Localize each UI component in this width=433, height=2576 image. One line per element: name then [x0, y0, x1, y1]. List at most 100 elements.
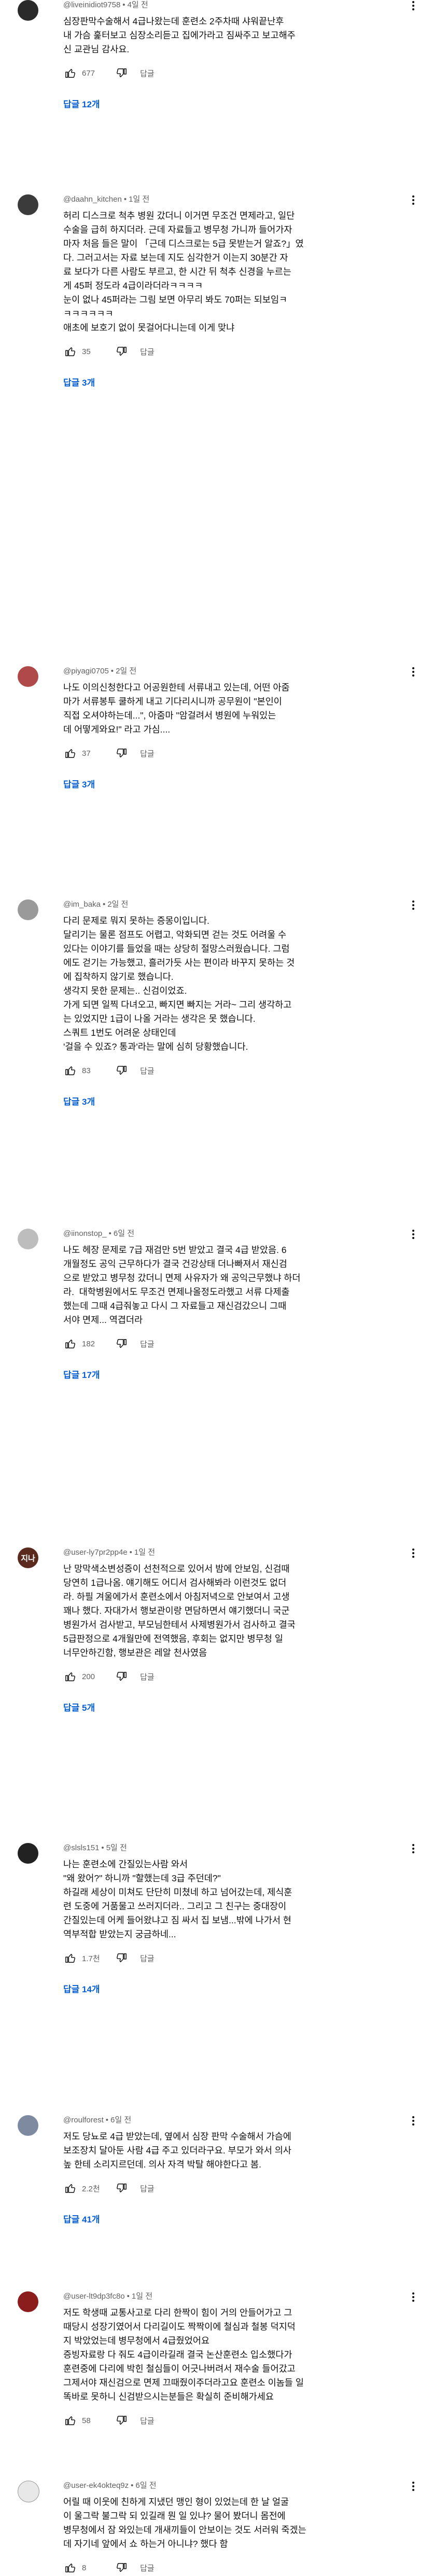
avatar[interactable]	[18, 899, 38, 920]
comment-author[interactable]: @iinonstop_	[63, 1229, 107, 1238]
avatar[interactable]	[18, 1229, 38, 1249]
thumb-down-icon[interactable]	[114, 746, 129, 761]
reply-count-link[interactable]: 답글 12개	[63, 94, 421, 113]
thumb-down-icon[interactable]	[114, 2181, 129, 2195]
avatar[interactable]	[18, 666, 38, 687]
meta-separator: •	[102, 900, 106, 909]
comment-meta: @slsls151 • 5일 전	[63, 1843, 421, 1853]
thumb-down-icon[interactable]	[114, 1951, 129, 1965]
comment-time[interactable]: 1일 전	[132, 2292, 152, 2301]
meta-separator: •	[123, 195, 127, 204]
reply-count-link[interactable]: 답글 3개	[63, 1091, 421, 1110]
reply-button[interactable]: 답글	[140, 1953, 155, 1964]
comment-author[interactable]: @user-ly7pr2pp4e	[63, 1548, 128, 1557]
comment-author[interactable]: @liveinidiot9758	[63, 1, 120, 9]
comment-meta: @user-ly7pr2pp4e • 1일 전	[63, 1547, 421, 1558]
comment-meta: @user-ek4okteq9z • 6일 전	[63, 2481, 421, 2491]
comment-body: @iinonstop_ • 6일 전나도 헤장 문제로 7급 재검만 5번 받았고 …	[63, 1229, 421, 1384]
comment-text: 저도 학생때 교통사고로 다리 한짝이 힘이 거의 안들어가고 그 때당시 성장…	[63, 2307, 304, 2402]
comment-time[interactable]: 6일 전	[114, 1229, 134, 1238]
comment-time[interactable]: 6일 전	[110, 2116, 131, 2124]
reply-button[interactable]: 답글	[140, 68, 155, 79]
reply-button[interactable]: 답글	[140, 1065, 155, 1076]
avatar[interactable]	[18, 2291, 38, 2312]
thumb-up-icon[interactable]	[63, 746, 78, 761]
comment-actions: 1.7천 답글	[63, 1950, 421, 1966]
thumb-up-icon[interactable]	[63, 2413, 78, 2428]
reply-button[interactable]: 답글	[140, 2415, 155, 2426]
thumb-down-icon[interactable]	[114, 66, 129, 80]
comment-time[interactable]: 6일 전	[135, 2481, 156, 2490]
meta-separator: •	[129, 1548, 132, 1557]
meta-separator: •	[105, 2116, 109, 2124]
thumb-down-icon[interactable]	[114, 2413, 129, 2428]
avatar[interactable]	[18, 2481, 39, 2502]
thumb-down-icon[interactable]	[114, 1063, 129, 1078]
like-count: 8	[82, 2563, 87, 2572]
reply-button[interactable]: 답글	[140, 1339, 155, 1349]
comment-text: 다리 문제로 뭐지 못하는 증몽이입니다. 달리기는 물론 점프도 어렵고, 악…	[63, 916, 295, 1052]
comment-actions: 37 답글	[63, 745, 421, 762]
comment-author[interactable]: @piyagi0705	[63, 667, 109, 675]
comment-meta: @liveinidiot9758 • 4일 전	[63, 0, 421, 10]
comment-meta: @piyagi0705 • 2일 전	[63, 666, 421, 677]
thumb-up-icon[interactable]	[63, 1951, 78, 1965]
thumb-up-icon[interactable]	[63, 2560, 78, 2575]
reply-button[interactable]: 답글	[140, 1671, 155, 1682]
thumb-up-icon[interactable]	[63, 1669, 78, 1684]
thumb-down-icon[interactable]	[114, 1336, 129, 1351]
comment-text: 허리 디스크로 척추 병원 갔더니 이거면 무조건 면제라고, 일단 수술을 급…	[63, 210, 304, 333]
reply-count-link[interactable]: 답글 41개	[63, 2209, 421, 2228]
reply-button[interactable]: 답글	[140, 2563, 155, 2573]
comment-time[interactable]: 5일 전	[106, 1843, 127, 1852]
reply-count-link[interactable]: 답글 14개	[63, 1979, 421, 1998]
comment-actions: 35 답글	[63, 343, 421, 360]
thumb-down-icon[interactable]	[114, 2560, 129, 2575]
reply-button[interactable]: 답글	[140, 748, 155, 759]
comment-time[interactable]: 1일 전	[134, 1548, 155, 1557]
comment-body: @liveinidiot9758 • 4일 전심장판막수술해서 4급나왔는데 훈련소…	[63, 0, 421, 113]
comment-time[interactable]: 2일 전	[116, 667, 136, 675]
thumb-up-icon[interactable]	[63, 1063, 78, 1078]
avatar[interactable]	[18, 194, 38, 215]
comment-meta: @daahn_kitchen • 1일 전	[63, 194, 421, 205]
comment-text: 난 망막색소변성증이 선천적으로 있어서 밤에 안보임, 신검때 당연히 1급나…	[63, 1564, 296, 1658]
comments-feed: @liveinidiot9758 • 4일 전 심장판막수술해서 4급나왔는데 훈련소…	[0, 0, 433, 2573]
like-count: 200	[82, 1672, 95, 1681]
reply-count-link[interactable]: 답글 3개	[63, 372, 421, 391]
like-count: 677	[82, 68, 95, 78]
comment-time[interactable]: 4일 전	[128, 1, 148, 9]
thumb-down-icon[interactable]	[114, 1669, 129, 1684]
avatar[interactable]: 지나	[18, 1547, 38, 1568]
comment-author[interactable]: @im_baka	[63, 900, 101, 909]
reply-button[interactable]: 답글	[140, 2183, 155, 2194]
avatar[interactable]	[18, 1843, 38, 1864]
thumb-up-icon[interactable]	[63, 344, 78, 359]
meta-separator: •	[110, 667, 114, 675]
avatar[interactable]	[18, 0, 38, 21]
comment-time[interactable]: 2일 전	[107, 900, 128, 909]
comment-body: @slsls151 • 5일 전 나는 훈련소에 간질있는사람 와서 "왜 왔어?" …	[63, 1843, 421, 1998]
comment-body: @im_baka • 2일 전다리 문제로 뭐지 못하는 증몽이입니다. 달리기는 …	[63, 899, 421, 1110]
comment-author[interactable]: @slsls151	[63, 1843, 99, 1852]
thumb-up-icon[interactable]	[63, 2181, 78, 2195]
reply-count-link[interactable]: 답글 3개	[63, 774, 421, 793]
comment-author[interactable]: @daahn_kitchen	[63, 195, 122, 204]
comment-author[interactable]: @user-lt9dp3fc8o	[63, 2292, 125, 2301]
thumb-down-icon[interactable]	[114, 344, 129, 359]
reply-count-link[interactable]: 답글 5개	[63, 1697, 421, 1716]
comment-text: 나도 헤장 문제로 7급 재검만 5번 받았고 결국 4급 받았음. 6 개월정…	[63, 1245, 301, 1325]
thumb-up-icon[interactable]	[63, 1336, 78, 1351]
comment-text: 심장판막수술해서 4급나왔는데 훈련소 2주차때 샤워끝난후 내 가슴 훑터보고…	[63, 16, 296, 54]
reply-button[interactable]: 답글	[140, 346, 155, 357]
reply-count-link[interactable]: 답글 17개	[63, 1364, 421, 1384]
comment-author[interactable]: @user-ek4okteq9z	[63, 2481, 129, 2490]
comment-author[interactable]: @roulforest	[63, 2116, 104, 2124]
avatar[interactable]	[18, 2115, 38, 2136]
like-count: 37	[82, 749, 91, 758]
thumb-up-icon[interactable]	[63, 66, 78, 80]
like-count: 83	[82, 1066, 91, 1075]
comment-meta: @iinonstop_ • 6일 전	[63, 1229, 421, 1239]
meta-separator: •	[122, 1, 125, 9]
comment-time[interactable]: 1일 전	[129, 195, 149, 204]
